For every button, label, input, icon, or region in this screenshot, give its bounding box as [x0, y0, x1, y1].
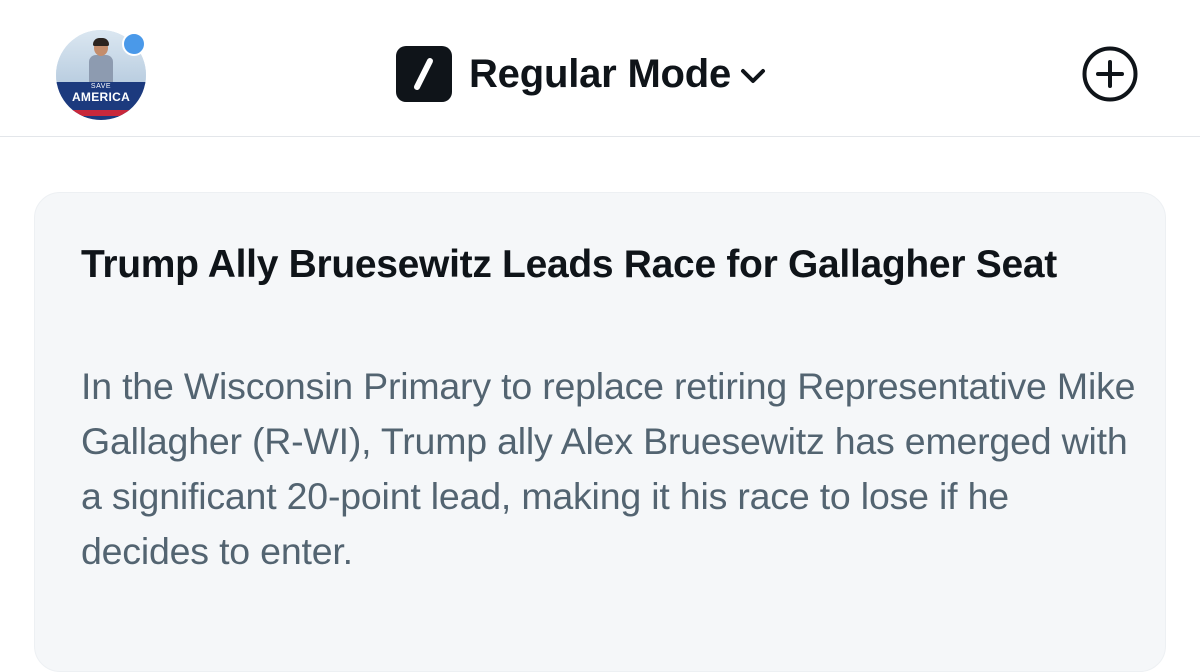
- mode-selector[interactable]: Regular Mode: [396, 45, 766, 103]
- news-summary-card[interactable]: Trump Ally Bruesewitz Leads Race for Gal…: [34, 192, 1166, 672]
- notification-dot: [122, 32, 146, 56]
- mode-label: Regular Mode: [469, 51, 732, 96]
- card-title: Trump Ally Bruesewitz Leads Race for Gal…: [81, 243, 1057, 286]
- chevron-down-icon: [740, 67, 766, 85]
- avatar-banner-stripe: [66, 110, 136, 116]
- avatar-person-figure: [89, 38, 113, 87]
- top-bar: SAVE AMERICA Regular Mode: [0, 0, 1200, 137]
- card-body: In the Wisconsin Primary to replace reti…: [81, 365, 1136, 572]
- slash-icon: [396, 46, 452, 102]
- avatar-banner-text: AMERICA: [71, 90, 131, 104]
- add-button[interactable]: [1081, 45, 1139, 103]
- plus-circle-icon: [1082, 46, 1138, 102]
